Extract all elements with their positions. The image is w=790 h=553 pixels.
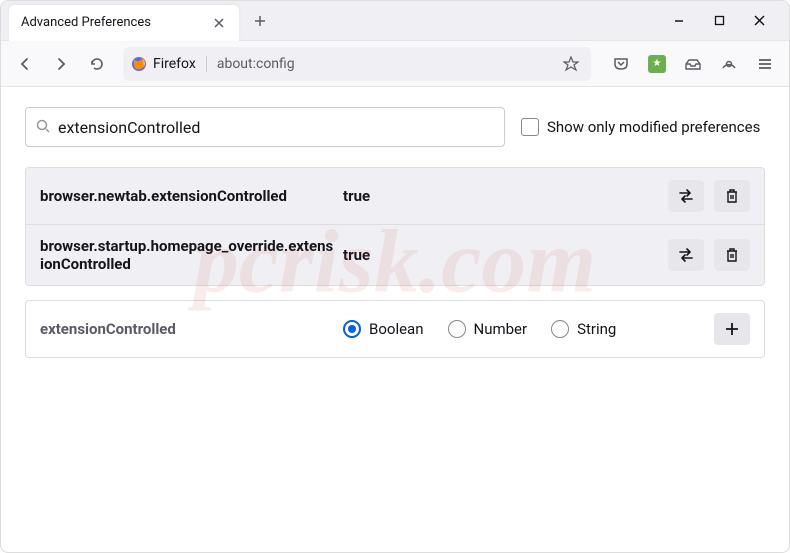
radio-number[interactable]: Number <box>448 320 528 338</box>
content-area: Show only modified preferences browser.n… <box>1 87 789 378</box>
delete-button[interactable] <box>714 239 750 271</box>
pref-value: true <box>335 187 668 205</box>
radio-label: Boolean <box>369 320 424 338</box>
pref-row: browser.startup.homepage_override.extens… <box>26 225 764 285</box>
browser-tab[interactable]: Advanced Preferences <box>9 5 239 41</box>
radio-label: Number <box>474 320 528 338</box>
add-button[interactable] <box>714 313 750 345</box>
radio-icon <box>448 320 466 338</box>
radio-label: String <box>577 320 616 338</box>
menu-button[interactable] <box>749 48 781 80</box>
search-input[interactable] <box>58 118 494 137</box>
titlebar: Advanced Preferences <box>1 1 789 41</box>
forward-button[interactable] <box>45 48 77 80</box>
identity-box[interactable]: Firefox <box>131 56 207 72</box>
pocket-icon[interactable] <box>605 48 637 80</box>
bookmark-star-icon[interactable] <box>559 52 583 76</box>
back-button[interactable] <box>9 48 41 80</box>
type-radio-group: Boolean Number String <box>335 320 714 338</box>
radio-icon <box>343 320 361 338</box>
radio-icon <box>551 320 569 338</box>
checkbox-label: Show only modified preferences <box>547 118 760 136</box>
delete-button[interactable] <box>714 180 750 212</box>
maximize-button[interactable] <box>701 6 737 36</box>
search-box[interactable] <box>25 107 505 147</box>
search-icon <box>36 118 50 137</box>
show-modified-checkbox[interactable]: Show only modified preferences <box>521 118 760 136</box>
radio-boolean[interactable]: Boolean <box>343 320 424 338</box>
profile-icon[interactable] <box>713 48 745 80</box>
pref-row: browser.newtab.extensionControlled true <box>26 168 764 225</box>
reload-button[interactable] <box>81 48 113 80</box>
inbox-icon[interactable] <box>677 48 709 80</box>
identity-label: Firefox <box>153 56 196 72</box>
close-window-button[interactable] <box>741 6 777 36</box>
pref-name: browser.newtab.extensionControlled <box>40 187 335 205</box>
url-bar[interactable]: Firefox <box>123 47 591 81</box>
extension-icon[interactable]: ★ <box>641 48 673 80</box>
new-tab-button[interactable] <box>245 6 275 36</box>
toggle-button[interactable] <box>668 180 704 212</box>
checkbox-icon <box>521 118 539 136</box>
close-icon[interactable] <box>211 15 227 31</box>
new-pref-name: extensionControlled <box>40 320 335 338</box>
toggle-button[interactable] <box>668 239 704 271</box>
pref-value: true <box>335 246 668 264</box>
toolbar: Firefox ★ <box>1 41 789 87</box>
tab-title: Advanced Preferences <box>21 15 203 30</box>
minimize-button[interactable] <box>661 6 697 36</box>
url-input[interactable] <box>207 56 559 72</box>
radio-string[interactable]: String <box>551 320 616 338</box>
pref-table: browser.newtab.extensionControlled true … <box>25 167 765 286</box>
pref-name: browser.startup.homepage_override.extens… <box>40 237 335 273</box>
new-pref-row: extensionControlled Boolean Number Strin… <box>25 300 765 358</box>
window-controls <box>661 6 777 36</box>
firefox-icon <box>131 56 147 72</box>
